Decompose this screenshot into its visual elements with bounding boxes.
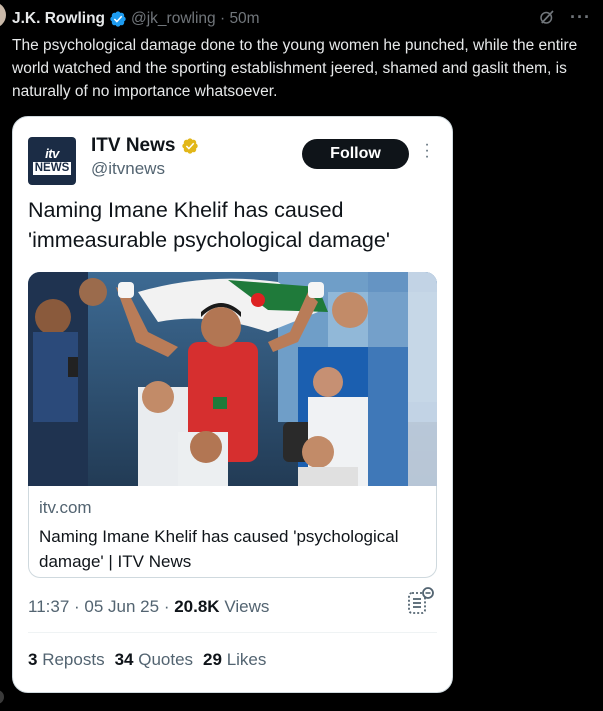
quote-date[interactable]: 05 Jun 25 — [84, 597, 159, 616]
quote-author-handle[interactable]: @itvnews — [91, 159, 165, 179]
divider — [28, 632, 437, 633]
likes-count: 29 — [203, 650, 222, 669]
header-actions: ··· — [538, 8, 591, 26]
reposts-label: Reposts — [42, 650, 105, 669]
author-handle[interactable]: @jk_rowling — [131, 10, 216, 28]
quote-author-name[interactable]: ITV News — [91, 135, 175, 157]
views-count: 20.8K — [174, 597, 220, 616]
likes-stat[interactable]: 29 Likes — [203, 650, 266, 670]
meta-separator: · — [163, 597, 175, 616]
link-title: Naming Imane Khelif has caused 'psycholo… — [39, 527, 399, 571]
logo-itv: itv — [45, 146, 59, 161]
quotes-stat[interactable]: 34 Quotes — [115, 650, 193, 670]
quotes-label: Quotes — [138, 650, 194, 669]
tweet-timestamp[interactable]: 50m — [229, 10, 259, 28]
article-photo[interactable] — [28, 272, 437, 486]
header-separator: · — [215, 10, 230, 27]
more-icon[interactable]: ··· — [570, 8, 591, 26]
verified-badge-icon — [110, 11, 126, 27]
tweet-header: J.K. Rowling @jk_rowling · 50m ··· — [12, 8, 595, 30]
bookmark-list-icon[interactable] — [406, 586, 436, 616]
itv-news-avatar[interactable]: itv NEWS — [28, 137, 76, 185]
link-preview[interactable]: itv.com Naming Imane Khelif has caused '… — [28, 486, 437, 578]
reply-avatar — [0, 690, 4, 704]
quote-time[interactable]: 11:37 — [28, 597, 69, 616]
link-domain: itv.com — [39, 498, 92, 517]
meta-separator: · — [74, 597, 85, 616]
quote-metadata: 11:37 · 05 Jun 25 · 20.8K Views — [28, 597, 269, 617]
likes-label: Likes — [226, 650, 267, 669]
quote-more-icon[interactable]: · · · — [423, 137, 431, 165]
quoted-tweet-card[interactable]: itv NEWS ITV News @itvnews Follow · · · Na… — [12, 116, 453, 693]
follow-button[interactable]: Follow — [302, 139, 409, 169]
avatar[interactable] — [0, 2, 6, 28]
quote-author[interactable]: ITV News — [91, 135, 199, 157]
quote-headline: Naming Imane Khelif has caused 'immeasur… — [28, 198, 390, 252]
author-name[interactable]: J.K. Rowling — [12, 10, 105, 28]
reposts-count: 3 — [28, 650, 38, 669]
logo-news: NEWS — [32, 162, 72, 175]
grok-icon[interactable] — [538, 8, 556, 26]
quotes-count: 34 — [114, 650, 134, 669]
views-label: Views — [224, 597, 270, 616]
reposts-stat[interactable]: 3 Reposts — [28, 650, 105, 670]
engagement-stats: 3 Reposts 34 Quotes 29 Likes — [28, 650, 266, 670]
tweet-text: The psychological damage done to the you… — [12, 37, 578, 100]
gold-verified-badge-icon — [182, 138, 199, 154]
boxer-celebration-photo — [28, 272, 437, 486]
